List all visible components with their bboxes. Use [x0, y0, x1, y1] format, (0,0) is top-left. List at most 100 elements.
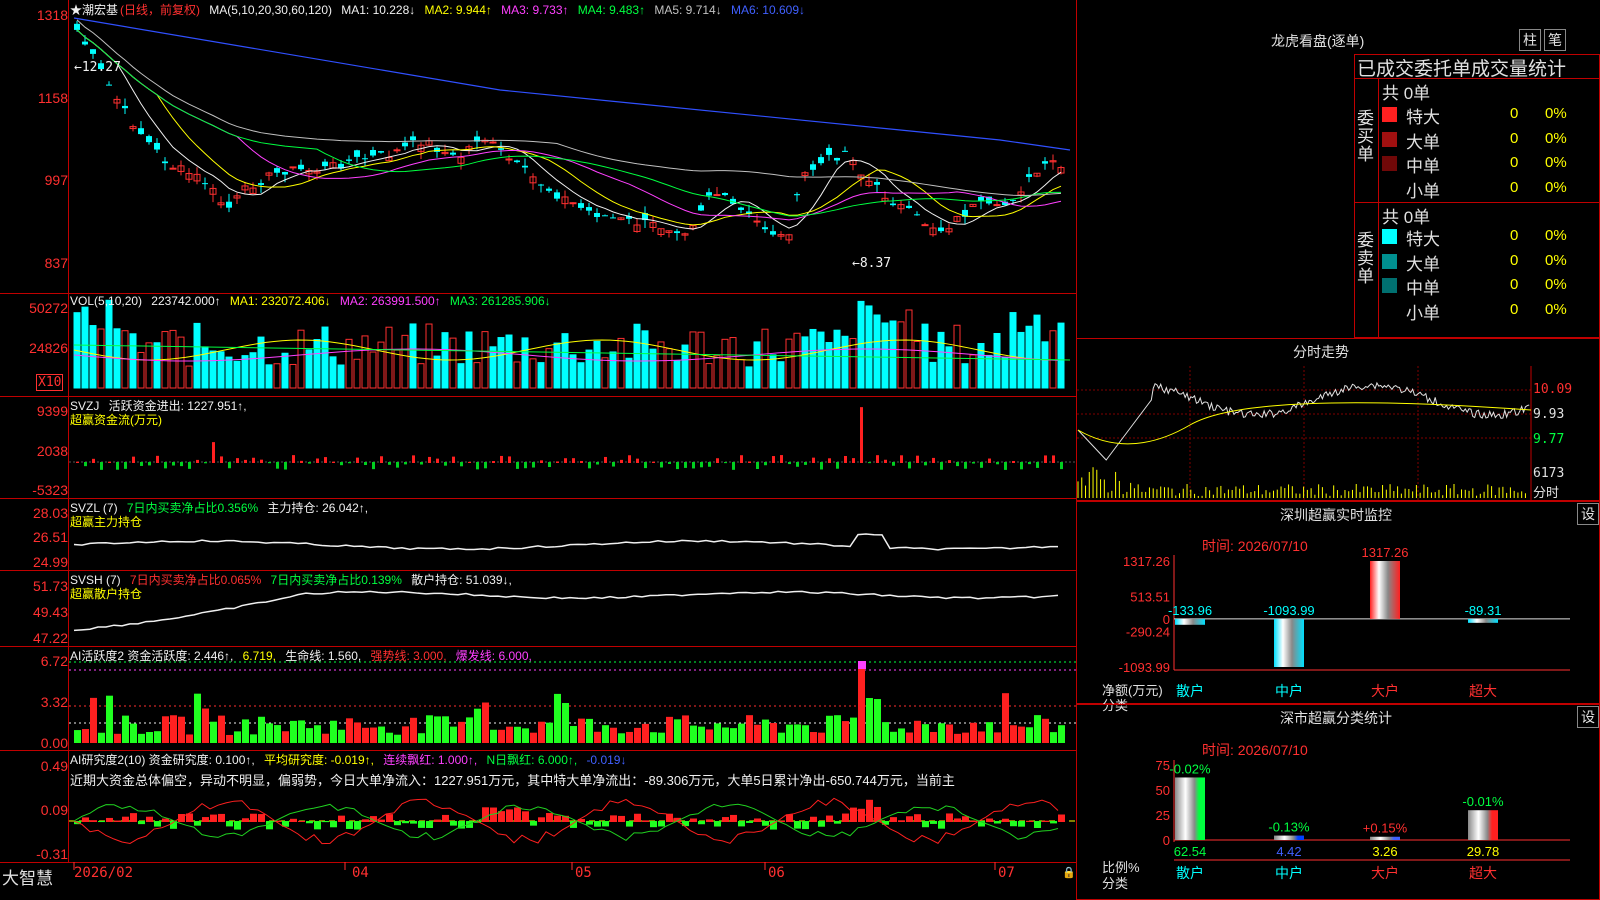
- candle-down: [938, 227, 944, 232]
- ai-active-bar: [354, 722, 361, 743]
- candle-down: [834, 157, 840, 161]
- svzl-subtitle: 超赢主力持仓: [70, 515, 143, 529]
- ai-active-bar: [914, 720, 921, 743]
- vol-bar: [529, 358, 537, 389]
- candle-down: [106, 84, 112, 86]
- buy-label-2: 中单: [1406, 157, 1440, 176]
- ai-active-bar: [346, 718, 353, 743]
- xaxis-label-0: 2026/02: [74, 865, 134, 881]
- vol-bar: [881, 322, 889, 389]
- svzj-bar: [268, 462, 271, 464]
- candle-down: [722, 192, 728, 196]
- stock-name[interactable]: ★潮宏基: [70, 3, 118, 17]
- kline-ytick-1: 1158: [37, 90, 68, 106]
- ai-research-bar: [522, 811, 529, 822]
- svzl-legend-item-1: 7日内买卖净占比0.356%: [126, 501, 259, 515]
- ai-active-bar: [530, 732, 537, 743]
- ai-research-bar: [802, 821, 809, 830]
- vol-bar: [241, 355, 249, 389]
- sell-label-0: 特大: [1406, 230, 1440, 249]
- ai-active-bar: [1042, 718, 1049, 743]
- buy-label-1: 大单: [1406, 132, 1440, 152]
- classify-settings-button[interactable]: 设: [1577, 706, 1599, 728]
- svzj-bar: [836, 462, 839, 469]
- vol-bar: [769, 354, 777, 389]
- vol-bar: [401, 334, 409, 389]
- ai-active-bar: [834, 715, 841, 743]
- svzj-bar: [308, 462, 311, 464]
- svzj-bar: [116, 462, 119, 470]
- sell-label-3: 小单: [1406, 303, 1440, 323]
- svzj-bar: [84, 462, 87, 467]
- intraday-ptick-2: 9.77: [1533, 432, 1565, 447]
- buy-label-0: 特大: [1406, 108, 1440, 127]
- vol-legend-item-0: VOL(5,10,20): [70, 294, 143, 308]
- sell-pct-2: 0%: [1545, 276, 1567, 293]
- ai-research-bar: [722, 817, 729, 822]
- ai-research-legend-item-1: 平均研究度: -0.019↑,: [263, 753, 374, 767]
- ai-research-bar: [330, 821, 337, 828]
- svzj-bar: [284, 462, 287, 470]
- ai-research-bar: [1058, 814, 1065, 822]
- svsh-legend-item-3: 散户持仓: 51.039↓,: [411, 573, 512, 587]
- svzj-bar: [388, 462, 391, 465]
- ai-active-bar: [226, 734, 233, 743]
- ai-active-bar: [842, 721, 849, 743]
- ai-active-bar: [818, 732, 825, 743]
- sell-swatch-0: [1382, 229, 1397, 244]
- orderbook-bar-button[interactable]: 柱: [1519, 29, 1541, 51]
- vol-bar: [273, 363, 281, 389]
- orderbook-pen-button[interactable]: 笔: [1544, 29, 1566, 51]
- ai-active-bar: [154, 731, 161, 743]
- svzj-bar: [676, 462, 679, 470]
- intraday-vol-tick: 6173: [1533, 466, 1565, 481]
- vol-bar: [97, 328, 105, 389]
- ai-research-bar: [306, 821, 313, 824]
- ai-active-bar: [682, 715, 689, 743]
- ai-active-bar: [554, 693, 561, 743]
- vol-bar: [601, 357, 609, 389]
- ai-research-bar: [610, 815, 617, 822]
- svzj-bar: [812, 457, 815, 463]
- candle-down: [586, 207, 592, 211]
- svzj-bar: [692, 462, 695, 469]
- candle-down: [498, 148, 504, 150]
- ai-active-legend-item-3: 强势线: 3.000,: [370, 649, 447, 663]
- buy-swatch-1: [1382, 131, 1397, 147]
- ai-research-bar: [818, 821, 825, 827]
- ai-active-bar: [938, 723, 945, 743]
- svzj-bar: [1036, 462, 1039, 468]
- ai-active-bar: [642, 723, 649, 743]
- ai-research-bar: [554, 815, 561, 822]
- ai-active-bar: [170, 715, 177, 743]
- xaxis-label-2: 05: [575, 865, 592, 881]
- sell-swatch-2: [1382, 278, 1397, 293]
- svzj-bar: [748, 461, 751, 463]
- ai-research-bar: [106, 817, 113, 822]
- buy-total: 共 0单: [1382, 84, 1431, 103]
- vol-legend-item-2: MA1: 232072.406↓: [229, 294, 331, 308]
- ai-active-bar: [794, 724, 801, 743]
- ai-research-bar: [314, 821, 321, 830]
- monitor-settings-button[interactable]: 设: [1577, 503, 1599, 525]
- lock-icon[interactable]: 🔒: [1062, 866, 1076, 879]
- svzj-bar: [92, 458, 95, 463]
- sell-count-0: 0: [1510, 227, 1519, 244]
- vol-bar: [905, 309, 913, 389]
- svzj-bar: [132, 456, 135, 463]
- ai-research-bar: [218, 813, 225, 822]
- vol-bar: [505, 334, 513, 389]
- vol-bar: [209, 350, 217, 389]
- svzj-bar: [524, 462, 527, 469]
- ai-active-bar: [978, 731, 985, 743]
- ai-active-bar: [402, 726, 409, 743]
- app-logo[interactable]: 大智慧: [2, 864, 53, 889]
- classify-date: 时间: 2026/07/10: [1202, 742, 1308, 758]
- svzj-bar: [124, 462, 127, 469]
- period-label[interactable]: (日线，前复权): [120, 3, 200, 17]
- ai-active-bar: [298, 720, 305, 743]
- ai-research-bar: [146, 816, 153, 822]
- svzj-bar: [100, 462, 103, 470]
- candle-down: [146, 136, 152, 143]
- ai-active-bar: [738, 723, 745, 743]
